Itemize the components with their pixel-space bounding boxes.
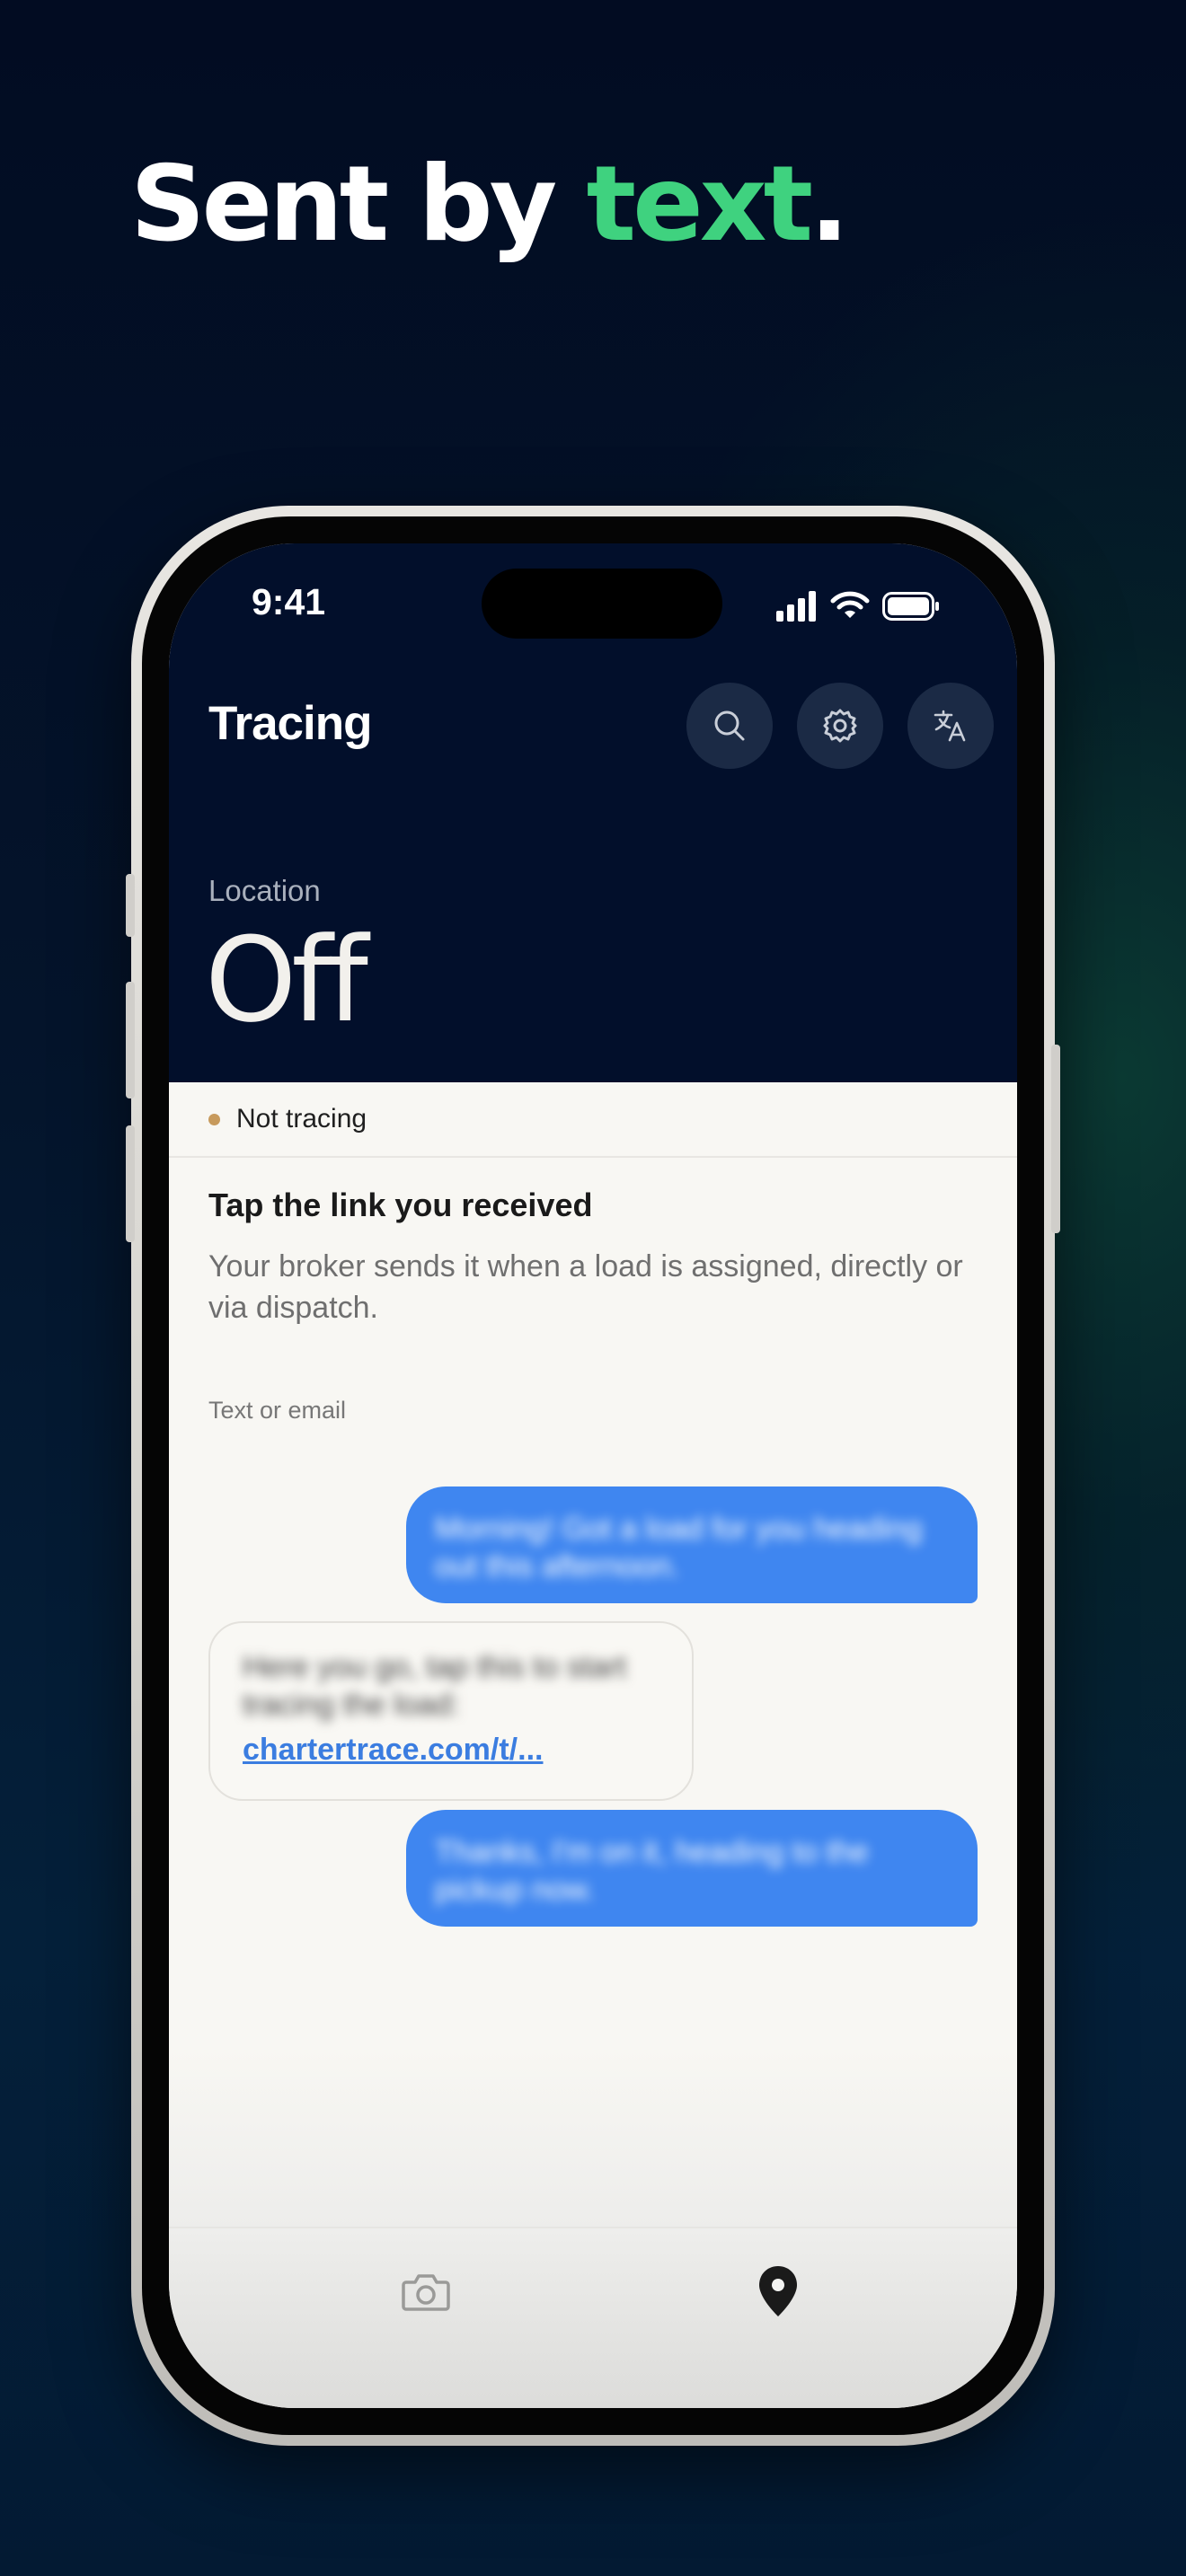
battery-icon xyxy=(882,592,939,621)
message-text: Morning! Got a load for you heading out … xyxy=(435,1512,923,1584)
content-fade xyxy=(169,2049,1017,2228)
tab-camera[interactable] xyxy=(390,2255,462,2327)
location-value: Off xyxy=(205,912,368,1048)
power-button xyxy=(1051,1045,1060,1233)
search-icon xyxy=(714,710,745,741)
message-text: Thanks, I'm on it, heading to the pickup… xyxy=(435,1835,869,1907)
action-button xyxy=(126,874,135,937)
dynamic-island xyxy=(482,569,722,639)
search-button[interactable] xyxy=(686,683,773,769)
tracing-status-text: Not tracing xyxy=(236,1104,367,1134)
phone-mockup: 9:41 Tracing Location Off Not tracing Ta… xyxy=(126,506,1060,2446)
wifi-icon xyxy=(830,591,870,618)
headline-prefix: Sent by xyxy=(130,144,587,265)
instructions-title: Tap the link you received xyxy=(208,1187,593,1223)
message-bubble-outgoing: Thanks, I'm on it, heading to the pickup… xyxy=(406,1810,978,1927)
settings-button[interactable] xyxy=(797,683,883,769)
tab-location[interactable] xyxy=(742,2255,814,2327)
headline: Sent by text. xyxy=(130,144,849,265)
translate-button[interactable] xyxy=(907,683,994,769)
message-bubble-outgoing: Morning! Got a load for you heading out … xyxy=(406,1486,978,1603)
phone-bezel: 9:41 Tracing Location Off Not tracing Ta… xyxy=(142,516,1044,2435)
volume-up-button xyxy=(126,982,135,1098)
message-bubble-incoming: Here you go, tap this to start tracing t… xyxy=(208,1621,694,1801)
headline-accent: text xyxy=(586,144,813,265)
tab-bar xyxy=(169,2227,1017,2408)
camera-icon xyxy=(402,2274,450,2311)
headline-suffix: . xyxy=(810,144,849,265)
location-label: Location xyxy=(208,874,321,907)
tracing-link[interactable]: chartertrace.com/t/... xyxy=(243,1733,543,1768)
header-panel: 9:41 Tracing Location Off xyxy=(169,543,1017,1082)
translate-icon xyxy=(934,710,966,742)
message-text: Here you go, tap this to start tracing t… xyxy=(243,1650,627,1722)
volume-down-button xyxy=(126,1125,135,1242)
location-pin-icon xyxy=(759,2266,797,2316)
status-time: 9:41 xyxy=(252,581,326,622)
app-screen: 9:41 Tracing Location Off Not tracing Ta… xyxy=(169,543,1017,2408)
status-icons xyxy=(776,588,940,624)
instructions-description: Your broker sends it when a load is assi… xyxy=(208,1249,963,1325)
cellular-signal-icon xyxy=(776,591,816,622)
app-title: Tracing xyxy=(208,697,373,750)
gear-icon xyxy=(823,709,857,743)
tracing-status-row: Not tracing xyxy=(169,1082,1017,1158)
status-dot xyxy=(208,1113,220,1125)
messages-label: Text or email xyxy=(208,1397,347,1424)
